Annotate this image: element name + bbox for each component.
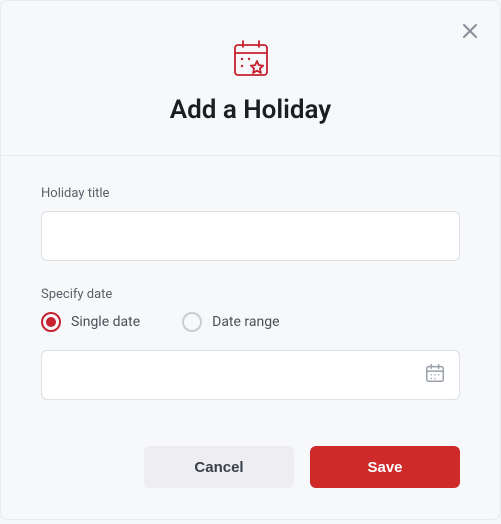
radio-single-date[interactable]: Single date — [41, 312, 140, 332]
modal-body: Holiday title Specify date Single date D… — [1, 156, 500, 446]
save-button[interactable]: Save — [310, 446, 460, 488]
radio-indicator-selected — [41, 312, 61, 332]
holiday-title-label: Holiday title — [41, 186, 460, 201]
radio-indicator-unselected — [182, 312, 202, 332]
date-type-radio-group: Single date Date range — [41, 312, 460, 332]
calendar-star-icon — [229, 37, 273, 81]
add-holiday-modal: Add a Holiday Holiday title Specify date… — [0, 0, 501, 520]
modal-title: Add a Holiday — [25, 95, 476, 125]
title-section: Holiday title — [41, 186, 460, 261]
radio-range-label: Date range — [212, 314, 279, 330]
modal-header: Add a Holiday — [1, 1, 500, 156]
specify-date-label: Specify date — [41, 287, 460, 302]
date-input[interactable] — [41, 350, 460, 400]
radio-date-range[interactable]: Date range — [182, 312, 279, 332]
close-button[interactable] — [458, 19, 482, 43]
date-input-wrap — [41, 350, 460, 400]
modal-footer: Cancel Save — [1, 446, 500, 524]
close-icon — [462, 23, 478, 39]
date-section: Specify date Single date Date range — [41, 287, 460, 400]
radio-single-label: Single date — [71, 314, 140, 330]
cancel-button[interactable]: Cancel — [144, 446, 294, 488]
holiday-title-input[interactable] — [41, 211, 460, 261]
